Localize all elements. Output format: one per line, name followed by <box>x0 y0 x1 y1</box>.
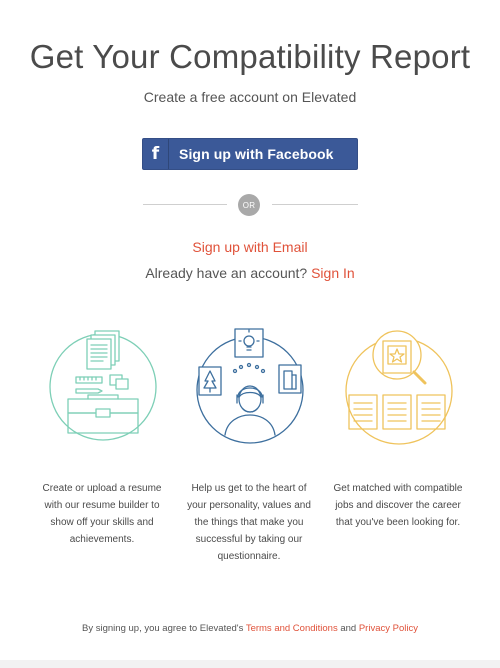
feature-text-matching: Get matched with compatible jobs and dis… <box>333 483 463 528</box>
privacy-link[interactable]: Privacy Policy <box>359 623 418 634</box>
bottom-band <box>0 660 500 668</box>
signin-row: Already have an account? Sign In <box>0 265 500 281</box>
facebook-signup-button[interactable]: f Sign up with Facebook <box>142 138 358 170</box>
personality-head-icon <box>196 328 304 444</box>
page-title: Get Your Compatibility Report <box>29 38 471 75</box>
facebook-icon: f <box>143 139 169 169</box>
job-search-icon <box>345 330 453 445</box>
signin-prompt: Already have an account? <box>145 265 308 281</box>
resume-toolbox-icon <box>49 330 157 441</box>
terms-link[interactable]: Terms and Conditions <box>246 623 338 634</box>
footer-prefix: By signing up, you agree to Elevated's <box>82 623 244 634</box>
footer-and: and <box>340 623 357 634</box>
signin-link[interactable]: Sign In <box>311 265 355 281</box>
facebook-signup-label: Sign up with Facebook <box>179 146 334 162</box>
divider-left <box>143 204 227 205</box>
page-subtitle: Create a free account on Elevated <box>143 89 357 105</box>
divider-right <box>272 204 358 205</box>
legal-footer: By signing up, you agree to Elevated's T… <box>0 623 500 634</box>
email-signup-link[interactable]: Sign up with Email <box>0 239 500 255</box>
or-badge: OR <box>238 194 260 216</box>
feature-text-resume: Create or upload a resume with our resum… <box>42 483 162 545</box>
feature-text-personality: Help us get to the heart of your persona… <box>187 483 311 562</box>
